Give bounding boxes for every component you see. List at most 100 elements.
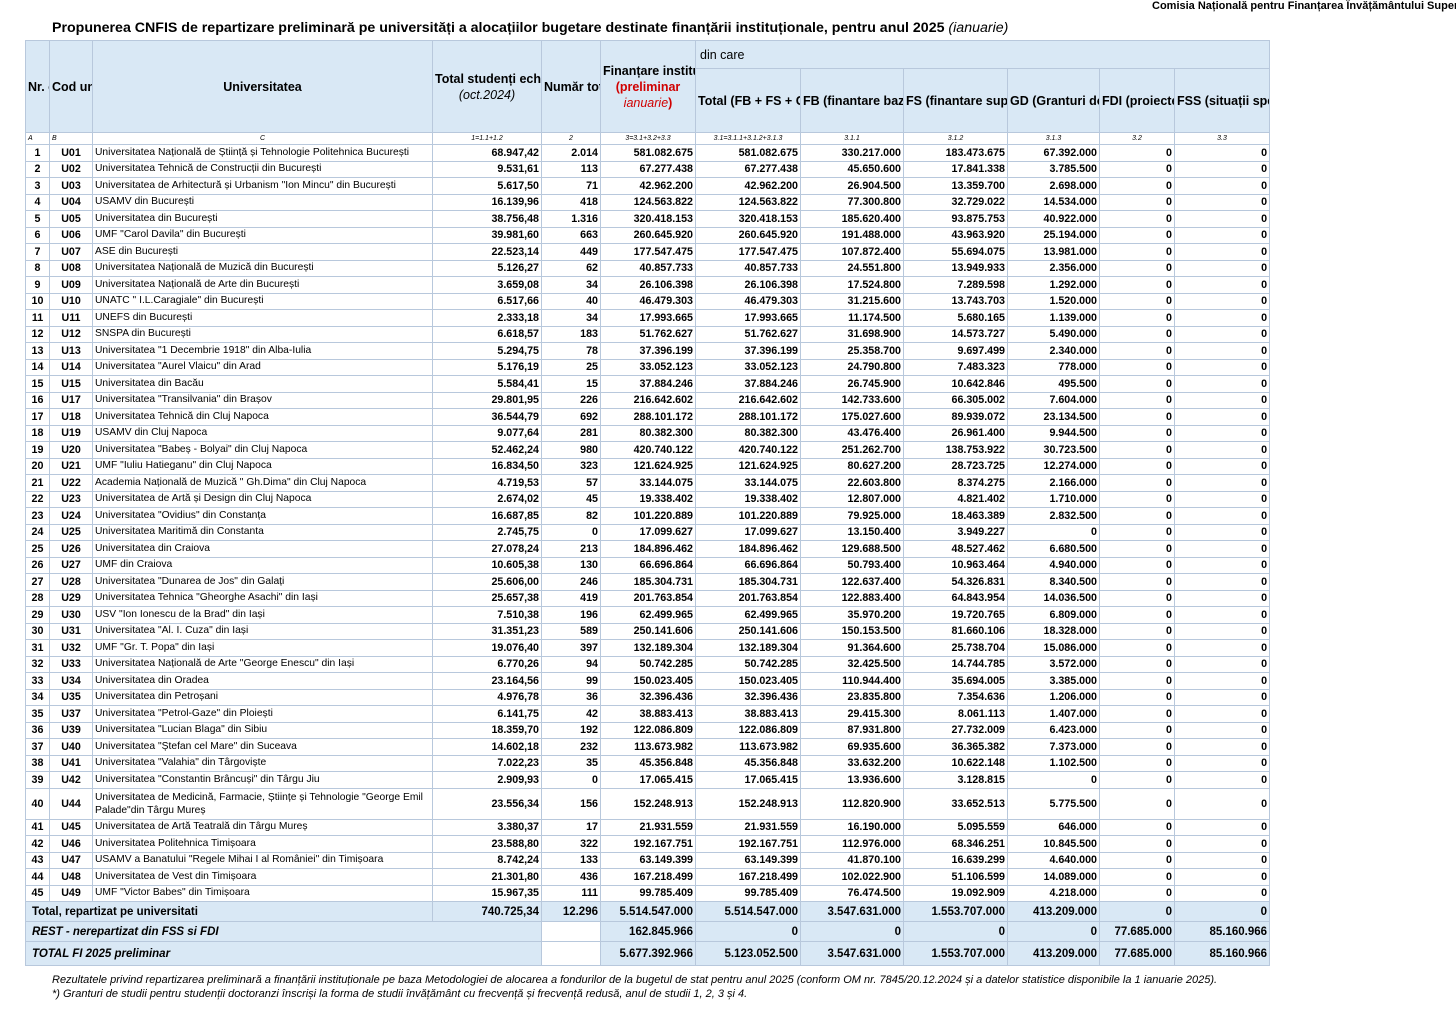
univ-code: U08 bbox=[49, 259, 93, 277]
gd-count: 692 bbox=[541, 408, 601, 426]
fs-value: 33.652.513 bbox=[903, 787, 1008, 820]
fss-value: 0 bbox=[1173, 375, 1271, 393]
nseu-value: 6.618,57 bbox=[432, 325, 542, 343]
total-value: 184.896.462 bbox=[695, 540, 801, 558]
univ-name: Universitatea "Ștefan cel Mare" din Suce… bbox=[92, 738, 433, 756]
footnote-methodology: Rezultatele privind repartizarea prelimi… bbox=[52, 974, 1218, 986]
univ-name: UMF din Craiova bbox=[92, 556, 433, 574]
column-index-cell: A bbox=[25, 132, 50, 145]
fss-value: 0 bbox=[1173, 851, 1271, 869]
fss-value: 0 bbox=[1173, 771, 1271, 789]
total-value: 132.189.304 bbox=[695, 639, 801, 657]
univ-code: U06 bbox=[49, 226, 93, 244]
total-value: 66.696.864 bbox=[695, 556, 801, 574]
row-number: 25 bbox=[25, 540, 50, 558]
row-number: 44 bbox=[25, 868, 50, 886]
univ-name: Universitatea de Vest din Timișoara bbox=[92, 868, 433, 886]
fdi-value: 0 bbox=[1099, 408, 1175, 426]
univ-code: U11 bbox=[49, 309, 93, 327]
fss-value: 0 bbox=[1173, 523, 1271, 541]
total-cell: 1.553.707.000 bbox=[903, 901, 1008, 922]
table-row: 31 U32 UMF "Gr. T. Popa" din Iași 19.076,40… bbox=[25, 639, 1271, 657]
total-value: 42.962.200 bbox=[695, 177, 801, 195]
fb-value: 22.603.800 bbox=[800, 474, 904, 492]
nseu-value: 4.719,53 bbox=[432, 474, 542, 492]
univ-code: U22 bbox=[49, 474, 93, 492]
fi-value: 17.065.415 bbox=[600, 771, 696, 789]
gd-count: 281 bbox=[541, 424, 601, 442]
fss-value: 0 bbox=[1173, 705, 1271, 723]
row-number: 23 bbox=[25, 507, 50, 525]
gd-count: 130 bbox=[541, 556, 601, 574]
nseu-value: 21.301,80 bbox=[432, 868, 542, 886]
row-number: 34 bbox=[25, 688, 50, 706]
fs-value: 7.483.323 bbox=[903, 358, 1008, 376]
total-cell: 413.209.000 bbox=[1007, 901, 1100, 922]
total-value: 51.762.627 bbox=[695, 325, 801, 343]
fs-value: 8.374.275 bbox=[903, 474, 1008, 492]
table-row: 16 U17 Universitatea "Transilvania" din Br… bbox=[25, 391, 1271, 409]
univ-code: U07 bbox=[49, 243, 93, 261]
fb-value: 16.190.000 bbox=[800, 818, 904, 836]
fi-value: 37.396.199 bbox=[600, 342, 696, 360]
fdi-value: 0 bbox=[1099, 243, 1175, 261]
col-nseu: Total studenți echivalenți unitari (NSEU… bbox=[432, 40, 542, 133]
gd-count: 40 bbox=[541, 292, 601, 310]
fdi-value: 0 bbox=[1099, 589, 1175, 607]
univ-name: Universitatea din Oradea bbox=[92, 672, 433, 690]
fb-value: 150.153.500 bbox=[800, 622, 904, 640]
total-value: 17.065.415 bbox=[695, 771, 801, 789]
row-number: 3 bbox=[25, 177, 50, 195]
gd-count: 133 bbox=[541, 851, 601, 869]
univ-code: U17 bbox=[49, 391, 93, 409]
univ-code: U18 bbox=[49, 408, 93, 426]
gd-count: 111 bbox=[541, 884, 601, 902]
col-fs: FS (finantare suplimentara) bbox=[903, 68, 1008, 133]
total-value: 250.141.606 bbox=[695, 622, 801, 640]
total-value: 17.993.665 bbox=[695, 309, 801, 327]
row-number: 15 bbox=[25, 375, 50, 393]
fb-value: 77.300.800 bbox=[800, 193, 904, 211]
column-index-cell: 3.1.1 bbox=[800, 132, 904, 145]
nseu-value: 23.556,34 bbox=[432, 787, 542, 820]
row-number: 11 bbox=[25, 309, 50, 327]
row-number: 42 bbox=[25, 835, 50, 853]
univ-name: USAMV din București bbox=[92, 193, 433, 211]
col-univ: Universitatea bbox=[92, 40, 433, 133]
fb-value: 13.150.400 bbox=[800, 523, 904, 541]
gdg-value: 5.490.000 bbox=[1007, 325, 1100, 343]
univ-code: U32 bbox=[49, 639, 93, 657]
table-row: 18 U19 USAMV din Cluj Napoca 9.077,64 281 80.… bbox=[25, 424, 1271, 442]
univ-name: Universitatea Maritimă din Constanta bbox=[92, 523, 433, 541]
grand-total-cell: 85.160.966 bbox=[1173, 941, 1271, 966]
col-total: Total (FB + FS + GD) bbox=[695, 68, 801, 133]
fs-value: 19.720.765 bbox=[903, 606, 1008, 624]
row-number: 2 bbox=[25, 160, 50, 178]
gdg-value: 40.922.000 bbox=[1007, 210, 1100, 228]
fi-value: 33.144.075 bbox=[600, 474, 696, 492]
fs-value: 3.949.227 bbox=[903, 523, 1008, 541]
table-row: 27 U28 Universitatea "Dunarea de Jos" din … bbox=[25, 573, 1271, 591]
total-cell: 5.514.547.000 bbox=[695, 901, 801, 922]
column-index-cell: 2 bbox=[541, 132, 601, 145]
nseu-value: 3.380,37 bbox=[432, 818, 542, 836]
fss-value: 0 bbox=[1173, 457, 1271, 475]
univ-name: Universitatea "Ovidius" din Constanța bbox=[92, 507, 433, 525]
univ-code: U40 bbox=[49, 738, 93, 756]
table-row: 35 U37 Universitatea "Petrol-Gaze" din Plo… bbox=[25, 705, 1271, 723]
col-fb: FB (finantare baza) bbox=[800, 68, 904, 133]
gd-count: 436 bbox=[541, 868, 601, 886]
gdg-value: 25.194.000 bbox=[1007, 226, 1100, 244]
univ-name: Universitatea "Petrol-Gaze" din Ploiești bbox=[92, 705, 433, 723]
nseu-value: 36.544,79 bbox=[432, 408, 542, 426]
nseu-value: 5.294,75 bbox=[432, 342, 542, 360]
table-row: 26 U27 UMF din Craiova 10.605,38 130 66.696.8… bbox=[25, 556, 1271, 574]
fss-value: 0 bbox=[1173, 688, 1271, 706]
univ-code: U15 bbox=[49, 375, 93, 393]
total-value: 101.220.889 bbox=[695, 507, 801, 525]
nseu-value: 5.126,27 bbox=[432, 259, 542, 277]
fb-value: 41.870.100 bbox=[800, 851, 904, 869]
row-number: 45 bbox=[25, 884, 50, 902]
gd-count: 397 bbox=[541, 639, 601, 657]
table-row: 12 U12 SNSPA din București 6.618,57 183 51.76… bbox=[25, 325, 1271, 343]
